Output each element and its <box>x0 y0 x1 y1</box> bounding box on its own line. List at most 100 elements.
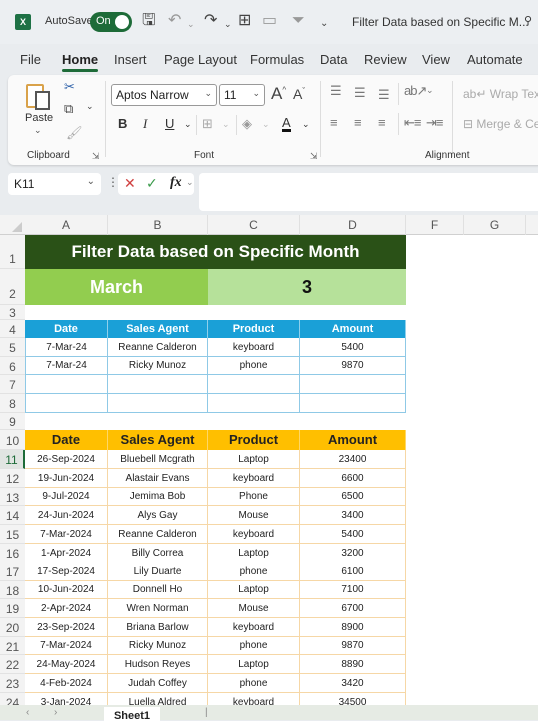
source-table-cell[interactable]: Reanne Calderon <box>108 525 208 544</box>
filter-table-cell[interactable]: 5400 <box>300 338 406 357</box>
source-table-cell[interactable]: 10-Jun-2024 <box>25 581 108 599</box>
source-table-cell[interactable]: Ricky Munoz <box>108 637 208 655</box>
row-header-11[interactable]: 11 <box>0 450 25 469</box>
source-table-cell[interactable]: 6600 <box>300 469 406 488</box>
source-table-cell[interactable]: 17-Sep-2024 <box>25 562 108 581</box>
person-icon[interactable]: ⚲ <box>524 14 532 27</box>
row-header-1[interactable]: 1 <box>0 235 25 269</box>
insert-function-icon[interactable]: fx <box>170 175 182 191</box>
source-table-cell[interactable]: keyboard <box>208 469 300 488</box>
source-table-cell[interactable]: Hudson Reyes <box>108 655 208 674</box>
paste-dropdown-icon[interactable]: ⌄ <box>34 125 42 136</box>
format-painter-icon[interactable]: 🖌 <box>66 125 83 141</box>
filter-table-cell[interactable] <box>25 394 108 413</box>
add-sheet-icon[interactable]: | <box>205 707 208 718</box>
top-align-icon[interactable]: ☰ <box>330 83 342 99</box>
row-header-16[interactable]: 16 <box>0 544 25 563</box>
filter-table-cell[interactable] <box>108 394 208 413</box>
column-header-f[interactable]: F <box>406 215 464 235</box>
source-table-cell[interactable]: Briana Barlow <box>108 618 208 637</box>
formula-input[interactable] <box>199 173 538 211</box>
select-all-button[interactable] <box>0 215 25 235</box>
filter-table-cell[interactable] <box>108 375 208 394</box>
source-table-cell[interactable]: Bluebell Mcgrath <box>108 450 208 469</box>
row-header-2[interactable]: 2 <box>0 269 25 305</box>
row-header-8[interactable]: 8 <box>0 394 25 413</box>
row-header-15[interactable]: 15 <box>0 525 25 544</box>
source-table-cell[interactable]: keyboard <box>208 618 300 637</box>
source-table-cell[interactable]: 9-Jul-2024 <box>25 488 108 506</box>
tab-view[interactable]: View <box>422 52 450 67</box>
save-icon[interactable]: 🖫 <box>142 11 156 31</box>
source-table-cell[interactable]: 8900 <box>300 618 406 637</box>
source-table-cell[interactable]: Lily Duarte <box>108 562 208 581</box>
font-name-select[interactable]: Aptos Narrow ⌄ <box>111 84 217 106</box>
source-table-cell[interactable]: 3200 <box>300 544 406 563</box>
column-header-c[interactable]: C <box>208 215 300 235</box>
month-number-cell[interactable]: 3 <box>208 269 406 305</box>
tab-data[interactable]: Data <box>320 52 347 67</box>
filter-table-cell[interactable]: 7-Mar-24 <box>25 357 108 375</box>
filter-table-cell[interactable]: Ricky Munoz <box>108 357 208 375</box>
filter-table-header[interactable]: Sales Agent <box>108 320 208 338</box>
borders-icon[interactable]: ⊞ <box>238 11 251 31</box>
column-header-d[interactable]: D <box>300 215 406 235</box>
tab-formulas[interactable]: Formulas <box>250 52 304 67</box>
row-header-3[interactable]: 3 <box>0 305 25 320</box>
row-header-20[interactable]: 20 <box>0 618 25 637</box>
source-table-cell[interactable]: 7-Mar-2024 <box>25 525 108 544</box>
source-table-cell[interactable]: 3420 <box>300 674 406 693</box>
row-header-12[interactable]: 12 <box>0 469 25 488</box>
row-header-14[interactable]: 14 <box>0 506 25 525</box>
redo-icon[interactable]: ↷ <box>204 11 217 31</box>
undo-dropdown-icon[interactable]: ⌄ <box>187 14 195 34</box>
align-right-icon[interactable]: ≡ <box>378 115 386 130</box>
tab-insert[interactable]: Insert <box>114 52 147 67</box>
source-table-header[interactable]: Amount <box>300 430 406 450</box>
increase-indent-icon[interactable]: ⇥≡ <box>426 115 444 131</box>
row-header-5[interactable]: 5 <box>0 338 25 357</box>
source-table-cell[interactable]: Laptop <box>208 450 300 469</box>
column-header-b[interactable]: B <box>108 215 208 235</box>
bottom-align-icon[interactable]: ☰ <box>378 87 390 103</box>
source-table-cell[interactable]: 23400 <box>300 450 406 469</box>
source-table-cell[interactable]: Mouse <box>208 506 300 525</box>
column-header-a[interactable]: A <box>25 215 108 235</box>
row-header-17[interactable]: 17 <box>0 562 25 581</box>
filter-table-header[interactable]: Date <box>25 320 108 338</box>
source-table-cell[interactable]: 4-Feb-2024 <box>25 674 108 693</box>
source-table-cell[interactable]: Alastair Evans <box>108 469 208 488</box>
row-header-13[interactable]: 13 <box>0 488 25 506</box>
decrease-indent-icon[interactable]: ⇤≡ <box>404 115 422 131</box>
filter-table-cell[interactable]: keyboard <box>208 338 300 357</box>
spreadsheet-grid[interactable]: A B C D F G 1 2 3 4 5 6 7 8 9 10 11 12 13 14 15 16 17 18 1… <box>0 215 538 712</box>
tab-page-layout[interactable]: Page Layout <box>164 52 237 67</box>
source-table-cell[interactable]: 6500 <box>300 488 406 506</box>
font-color-dropdown-icon[interactable]: ⌄ <box>302 119 310 130</box>
source-table-cell[interactable]: phone <box>208 674 300 693</box>
underline-dropdown-icon[interactable]: ⌄ <box>184 119 192 130</box>
row-header-6[interactable]: 6 <box>0 357 25 375</box>
prev-sheet-icon[interactable]: ‹ <box>26 707 29 718</box>
source-table-cell[interactable]: phone <box>208 637 300 655</box>
source-table-cell[interactable]: keyboard <box>208 525 300 544</box>
source-table-cell[interactable]: 3400 <box>300 506 406 525</box>
source-table-cell[interactable]: Jemima Bob <box>108 488 208 506</box>
redo-dropdown-icon[interactable]: ⌄ <box>224 14 232 34</box>
filter-table-cell[interactable]: phone <box>208 357 300 375</box>
align-left-icon[interactable]: ≡ <box>330 115 338 130</box>
copy-dropdown-icon[interactable]: ⌄ <box>86 101 94 112</box>
row-header-9[interactable]: 9 <box>0 413 25 430</box>
font-color-icon[interactable]: A <box>282 116 291 132</box>
source-table-cell[interactable]: Alys Gay <box>108 506 208 525</box>
filter-table-cell[interactable] <box>300 375 406 394</box>
source-table-header[interactable]: Product <box>208 430 300 450</box>
row-header-21[interactable]: 21 <box>0 637 25 655</box>
row-header-10[interactable]: 10 <box>0 430 25 450</box>
row-header-18[interactable]: 18 <box>0 581 25 599</box>
row-header-4[interactable]: 4 <box>0 320 25 338</box>
filter-table-header[interactable]: Amount <box>300 320 406 338</box>
copy-icon[interactable]: ⧉ <box>64 101 73 117</box>
source-table-cell[interactable]: Billy Correa <box>108 544 208 563</box>
align-center-icon[interactable]: ≡ <box>354 115 362 130</box>
